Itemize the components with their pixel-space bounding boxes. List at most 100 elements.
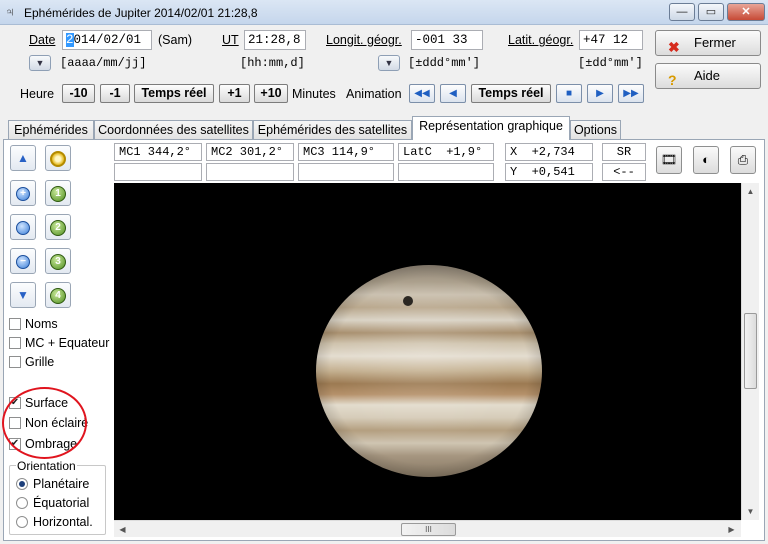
x-readout: X +2,734 <box>505 143 593 161</box>
step-back-button[interactable]: ◀ <box>440 84 466 103</box>
scroll-right-icon[interactable]: ▶ <box>723 521 740 538</box>
help-icon: ? <box>668 72 677 88</box>
vertical-scroll-thumb[interactable] <box>744 313 757 389</box>
jupiter-view[interactable] <box>114 183 741 520</box>
latitude-field[interactable]: +47 12 <box>579 30 643 50</box>
rewind-fast-button[interactable]: ◀◀ <box>409 84 435 103</box>
animation-temps-reel-button[interactable]: Temps réel <box>471 84 551 103</box>
scroll-up-icon[interactable]: ▲ <box>742 183 759 200</box>
plus1-button[interactable]: +1 <box>219 84 250 103</box>
animation-label: Animation <box>346 87 402 101</box>
maximize-button[interactable]: ▭ <box>698 3 724 21</box>
ut-label: UT <box>222 33 239 47</box>
tab-coordonnees-satellites[interactable]: Coordonnées des satellites <box>94 120 253 139</box>
window-title: Ephémérides de Jupiter 2014/02/01 21:28,… <box>24 6 258 20</box>
zoom-out-button[interactable]: − <box>10 248 36 274</box>
print-icon: ⎙ <box>737 152 749 167</box>
tab-options[interactable]: Options <box>570 120 621 139</box>
y-readout: Y +0,541 <box>505 163 593 181</box>
zoom-in-button[interactable]: + <box>10 180 36 206</box>
equatorial-radio[interactable] <box>16 497 28 509</box>
aide-button[interactable]: ? Aide <box>655 63 761 89</box>
equatorial-label: Équatorial <box>33 496 90 510</box>
horizontal-radio[interactable] <box>16 516 28 528</box>
sun-button[interactable] <box>45 145 71 171</box>
collapse-down-icon: ▼ <box>17 288 29 302</box>
close-x-icon: ✖ <box>668 39 680 55</box>
minus1-button[interactable]: -1 <box>100 84 130 103</box>
highlight-circle <box>2 387 87 459</box>
zoom-in-icon: + <box>16 186 30 201</box>
title-bar: ♃ Ephémérides de Jupiter 2014/02/01 21:2… <box>0 0 768 25</box>
planetaire-radio[interactable] <box>16 478 28 490</box>
film-button[interactable]: 🎞 <box>656 146 682 174</box>
zoom-min-button[interactable]: ▼ <box>10 282 36 308</box>
print-button[interactable]: ⎙ <box>730 146 756 174</box>
zoom-3-button[interactable]: 3 <box>45 248 71 274</box>
date-format: [aaaa/mm/jj] <box>60 56 147 70</box>
horizontal-scrollbar[interactable]: ◀ III ▶ <box>114 520 741 537</box>
grille-checkbox[interactable] <box>9 356 21 368</box>
play-icon: ▶ <box>596 88 604 99</box>
play-button[interactable]: ▶ <box>587 84 613 103</box>
minimize-button[interactable]: — <box>669 3 695 21</box>
mc-equateur-checkbox[interactable] <box>9 337 21 349</box>
latitude-label: Latit. géogr. <box>508 33 574 47</box>
tab-ephemerides[interactable]: Ephémérides <box>8 120 94 139</box>
scroll-down-icon[interactable]: ▼ <box>742 503 759 520</box>
latitude-format: [±dd°mm'] <box>578 56 643 70</box>
longitude-format: [±ddd°mm'] <box>408 56 481 70</box>
date-day: (Sam) <box>158 33 193 47</box>
jupiter-planet <box>316 265 542 477</box>
zoom-max-button[interactable]: ▲ <box>10 145 36 171</box>
zoom-3-icon: 3 <box>50 253 66 270</box>
rewind-fast-icon: ◀◀ <box>414 88 430 99</box>
noms-label: Noms <box>25 317 58 331</box>
vertical-scrollbar[interactable]: ▲ ▼ <box>741 183 759 520</box>
latc-extra <box>398 163 494 181</box>
ut-field[interactable]: 21:28,8 <box>244 30 306 50</box>
step-back-icon: ◀ <box>449 88 457 99</box>
zoom-2-icon: 2 <box>50 219 66 236</box>
forward-fast-button[interactable]: ▶▶ <box>618 84 644 103</box>
aide-label: Aide <box>694 68 721 83</box>
circle-icon <box>16 220 30 235</box>
planet-image-button[interactable]: ◐ <box>693 146 719 174</box>
date-label: Date <box>29 33 56 47</box>
moon-shadow <box>403 296 413 306</box>
plus10-button[interactable]: +10 <box>254 84 288 103</box>
date-field[interactable]: 2014/02/01 <box>62 30 152 50</box>
planetaire-label: Planétaire <box>33 477 90 491</box>
zoom-2-button[interactable]: 2 <box>45 214 71 240</box>
zoom-1-button[interactable]: 1 <box>45 180 71 206</box>
scroll-left-icon[interactable]: ◀ <box>114 521 131 538</box>
mc-equateur-label: MC + Equateur <box>25 336 110 350</box>
noms-checkbox[interactable] <box>9 318 21 330</box>
forward-fast-icon: ▶▶ <box>623 88 639 99</box>
close-button[interactable]: ✕ <box>727 3 765 21</box>
mc1-extra <box>114 163 202 181</box>
longitude-dropdown-button[interactable]: ▼ <box>378 55 400 71</box>
latc-readout: LatC +1,9° <box>398 143 494 161</box>
mc2-readout: MC2 301,2° <box>206 143 294 161</box>
ut-format: [hh:mm,d] <box>240 56 305 70</box>
fermer-button[interactable]: ✖ Fermer <box>655 30 761 56</box>
minus10-button[interactable]: -10 <box>62 84 95 103</box>
temps-reel-button[interactable]: Temps réel <box>134 84 214 103</box>
tab-representation-graphique[interactable]: Représentation graphique <box>412 116 570 140</box>
date-dropdown-button[interactable]: ▼ <box>29 55 51 71</box>
mc3-extra <box>298 163 394 181</box>
back-readout: <-- <box>602 163 646 181</box>
tab-ephemerides-satellites[interactable]: Ephémérides des satellites <box>253 120 412 139</box>
zoom-out-icon: − <box>16 254 30 269</box>
longitude-field[interactable]: -001 33 <box>411 30 483 50</box>
horizontal-label: Horizontal. <box>33 515 93 529</box>
zoom-reset-button[interactable] <box>10 214 36 240</box>
stop-button[interactable]: ■ <box>556 84 582 103</box>
planet-icon: ◐ <box>702 152 710 167</box>
orientation-legend: Orientation <box>16 459 77 473</box>
mc2-extra <box>206 163 294 181</box>
horizontal-scroll-thumb[interactable]: III <box>401 523 456 536</box>
zoom-4-button[interactable]: 4 <box>45 282 71 308</box>
heure-label: Heure <box>20 87 55 101</box>
